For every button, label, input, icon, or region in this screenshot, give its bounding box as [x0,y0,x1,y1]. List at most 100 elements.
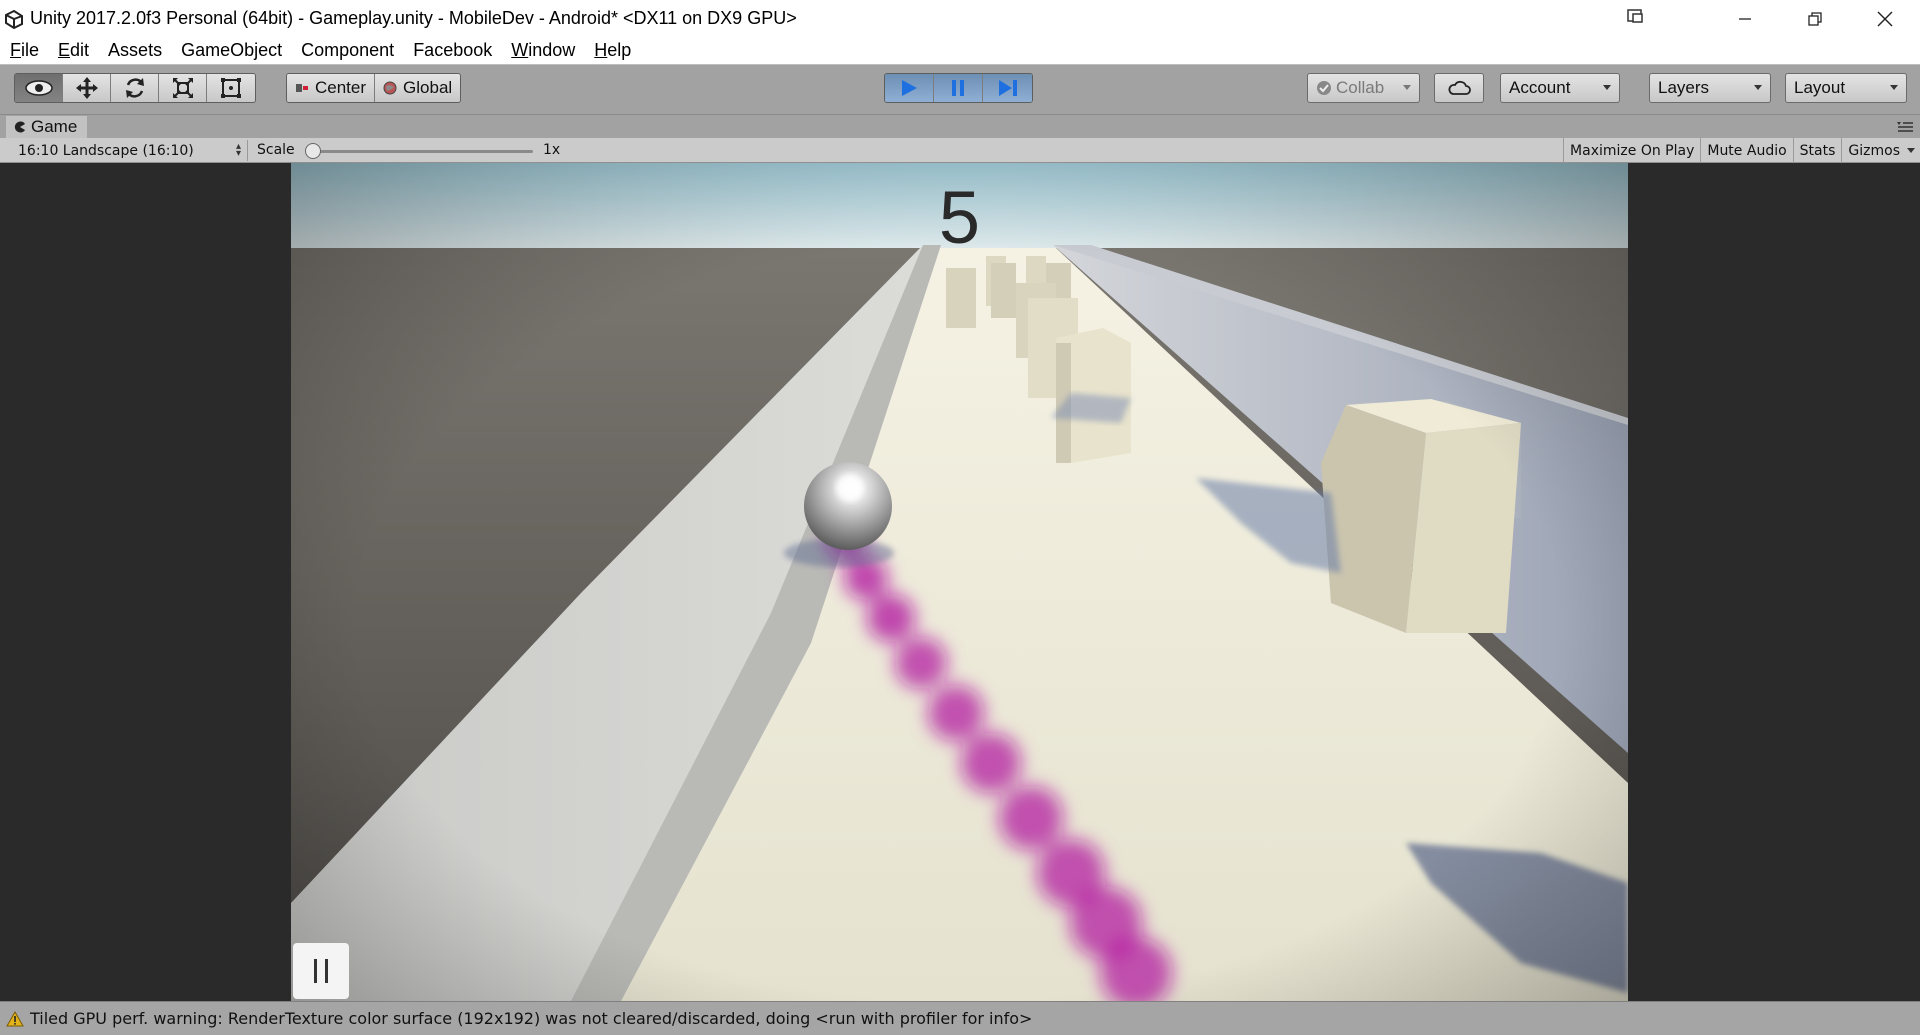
unity-logo-icon [0,0,28,37]
menu-component-label: Component [301,40,395,60]
rotate-icon [125,78,144,98]
collab-dropdown[interactable]: Collab [1307,73,1420,103]
scale-value: 1x [543,142,561,158]
menu-file-label: ile [21,40,40,60]
menu-facebook[interactable]: Facebook [403,40,501,61]
account-dropdown[interactable]: Account [1500,73,1620,103]
menu-help-mnemonic: H [594,40,608,60]
menu-edit[interactable]: Edit [48,40,98,61]
window-title: Unity 2017.2.0f3 Personal (64bit) - Game… [30,8,797,28]
tab-game-label: Game [31,117,78,136]
game-view-area: 5 [0,163,1920,1001]
minimize-icon [1739,17,1751,20]
game-pause-button[interactable] [293,943,349,999]
transform-tools [14,73,256,103]
title-bar: Unity 2017.2.0f3 Personal (64bit) - Game… [0,0,1920,37]
menu-component[interactable]: Component [291,40,403,61]
menu-edit-mnemonic: E [58,40,71,60]
global-label: Global [403,78,453,97]
layers-label: Layers [1658,78,1710,97]
panel-tab-bar: Game [0,115,1920,138]
cloud-icon [1448,80,1471,95]
collab-label: Collab [1336,78,1385,97]
game-view-toolbar: 16:10 Landscape (16:10) ▴ ▾ Scale 1x Maxi… [0,138,1920,163]
chevron-down-icon [1890,85,1898,90]
layers-dropdown[interactable]: Layers [1649,73,1771,103]
game-scene [291,163,1628,1001]
console-status-bar[interactable]: Tiled GPU perf. warning: RenderTexture c… [0,1001,1920,1035]
score-display: 5 [938,176,981,259]
step-icon [998,80,1017,96]
pause-bar-icon [314,959,317,983]
play-button[interactable] [885,74,934,102]
play-icon [902,80,917,96]
game-view-toggles: Maximize On Play Mute Audio Stats Gizmos [1563,138,1920,163]
window-controls [1627,0,1920,37]
move-tool-button[interactable] [63,74,111,102]
aspect-ratio-dropdown[interactable]: 16:10 Landscape (16:10) ▴ ▾ [8,140,248,161]
chevron-down-icon [1907,148,1915,153]
menu-bar: File Edit Assets GameObject Component Fa… [0,37,1920,65]
pacman-icon [14,121,25,133]
pause-button[interactable] [934,74,983,102]
menu-help[interactable]: Help [584,40,640,61]
menu-assets-label: Assets [108,40,163,60]
eye-icon [24,80,53,96]
scale-icon [172,78,193,98]
chevron-down-icon [1754,85,1762,90]
layout-dropdown[interactable]: Layout [1785,73,1907,103]
cloud-button[interactable] [1434,73,1484,103]
menu-file[interactable]: File [0,40,48,61]
status-message: Tiled GPU perf. warning: RenderTexture c… [30,1009,1033,1028]
view-tool-button[interactable] [15,74,63,102]
chevron-down-icon [1603,85,1611,90]
stats-toggle[interactable]: Stats [1792,138,1842,163]
close-icon [1877,11,1893,26]
rect-tool-button[interactable] [207,74,255,102]
aspect-ratio-label: 16:10 Landscape (16:10) [18,142,194,159]
gizmos-dropdown[interactable]: Gizmos [1841,138,1920,163]
maximize-on-play-toggle[interactable]: Maximize On Play [1563,138,1700,163]
menu-gameobject-label: GameObject [181,40,283,60]
globe-icon [383,81,397,95]
menu-edit-label: dit [70,40,90,60]
scale-tool-button[interactable] [159,74,207,102]
scale-label: Scale [257,142,295,158]
menu-assets[interactable]: Assets [98,40,171,61]
pivot-toggles: Center Global [286,73,462,103]
close-button[interactable] [1850,0,1920,37]
center-label: Center [315,78,367,97]
step-button[interactable] [983,74,1032,102]
warning-triangle-icon [6,1010,24,1026]
panel-menu-icon[interactable] [1896,120,1914,134]
pivot-mode-button[interactable]: Center [287,74,376,102]
layout-label: Layout [1794,78,1846,97]
pivot-rotation-button[interactable]: Global [375,74,461,102]
account-label: Account [1509,78,1571,97]
rotate-tool-button[interactable] [111,74,159,102]
tablet-mode-icon[interactable] [1624,6,1646,28]
menu-window[interactable]: Window [501,40,584,61]
tab-game[interactable]: Game [6,116,88,138]
move-arrows-icon [75,77,98,99]
restore-button[interactable] [1780,0,1850,37]
game-viewport[interactable]: 5 [291,163,1628,1001]
scale-slider-track[interactable] [313,150,533,153]
chevron-down-icon [1403,85,1411,90]
main-toolbar: Center Global Collab Account Layers Layo… [0,65,1920,115]
menu-file-mnemonic: F [10,40,21,60]
pivot-center-icon [296,84,308,92]
check-circle-icon [1317,81,1331,95]
pause-icon [952,80,964,96]
menu-window-label: indow [528,40,576,60]
unity-editor-window: Unity 2017.2.0f3 Personal (64bit) - Game… [0,0,1920,1035]
gizmos-label: Gizmos [1848,142,1900,159]
minimize-button[interactable] [1710,0,1780,37]
updown-arrows-icon: ▴ ▾ [235,141,241,159]
restore-icon [1808,11,1822,26]
playback-controls [884,73,1033,103]
scale-slider-thumb[interactable] [305,143,321,159]
menu-facebook-label: Facebook [413,40,493,60]
menu-gameobject[interactable]: GameObject [171,40,291,61]
mute-audio-toggle[interactable]: Mute Audio [1700,138,1792,163]
